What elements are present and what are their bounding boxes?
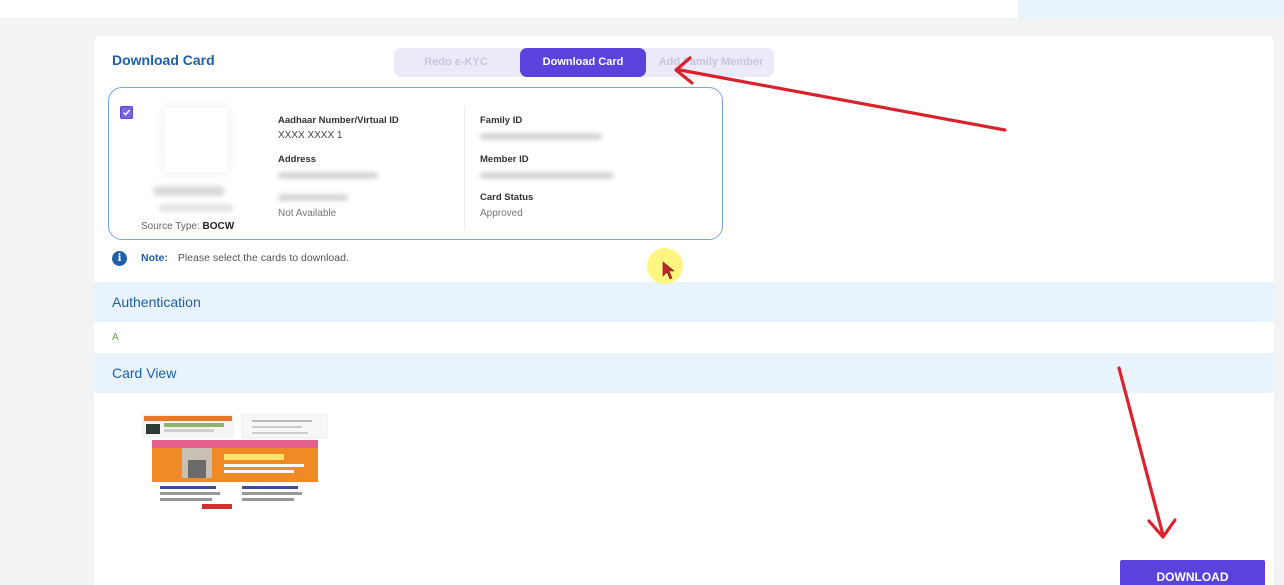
member-card[interactable]: Source Type: BOCW Aadhaar Number/Virtual… [108,87,723,240]
authentication-section-header[interactable]: Authentication [94,282,1274,322]
card-view-title: Card View [112,365,177,381]
authentication-text: A [112,332,119,343]
source-type-label: Source Type: [141,221,200,232]
address-label: Address [278,154,317,165]
note-row: i Note: Please select the cards to downl… [112,250,349,266]
member-photo [165,108,227,172]
note-text: Please select the cards to download. [177,252,349,264]
blurred-field-label [278,194,348,201]
availability-value: Not Available [278,208,337,219]
source-type: Source Type: BOCW [141,221,234,232]
source-type-value: BOCW [202,221,235,232]
family-id-label: Family ID [480,115,523,126]
card-status-label: Card Status [480,192,534,203]
tab-add-family-member[interactable]: Add Family Member [648,48,774,77]
member-photo-area: Source Type: BOCW [139,106,279,232]
blurred-member-name [153,186,225,196]
blurred-family-id-value [480,133,602,140]
card-view-section-header[interactable]: Card View [94,353,1274,393]
download-card-panel: Download Card Redo e-KYC Download Card A… [94,36,1274,585]
card-status-value: Approved [480,208,523,219]
aadhaar-label: Aadhaar Number/Virtual ID [278,115,399,126]
blurred-member-detail [159,204,233,212]
aadhaar-value: XXXX XXXX 1 [278,130,343,141]
action-tabs: Redo e-KYC Download Card Add Family Memb… [394,48,774,77]
download-button[interactable]: DOWNLOAD [1120,560,1265,585]
card-preview-thumbnail[interactable] [142,414,328,514]
header-accent [1018,0,1284,18]
authentication-title: Authentication [112,294,201,310]
top-header-bar [0,0,1284,18]
note-label: Note: [141,252,168,264]
info-icon: i [112,250,127,266]
checkbox-checked-icon[interactable] [120,106,133,119]
member-id-label: Member ID [480,154,529,165]
tab-download-card[interactable]: Download Card [520,48,646,77]
tab-redo-ekyc[interactable]: Redo e-KYC [394,48,518,77]
blurred-address-value [278,172,378,179]
checkmark-icon [123,109,131,116]
panel-title: Download Card [112,52,215,68]
blurred-member-id-value [480,172,614,179]
column-divider [464,106,465,230]
